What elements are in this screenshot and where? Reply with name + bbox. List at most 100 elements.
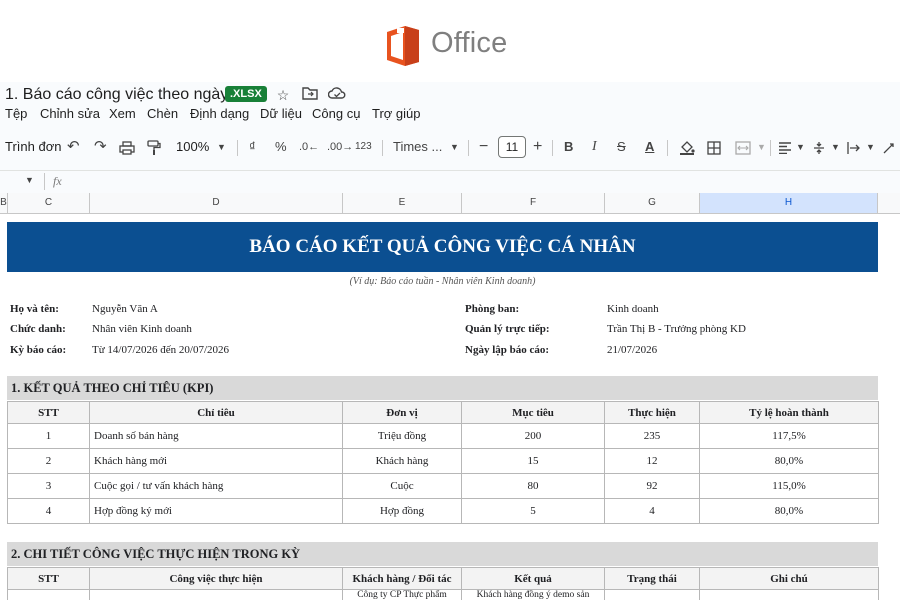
- table-cell[interactable]: 5: [461, 498, 605, 524]
- kpi-header-actual[interactable]: Thực hiện: [604, 401, 700, 424]
- zoom-select[interactable]: 100%: [176, 133, 209, 161]
- detail-header-task[interactable]: Công việc thực hiện: [89, 567, 343, 590]
- menu-insert[interactable]: Chèn: [147, 106, 178, 121]
- column-header-h[interactable]: H: [700, 193, 878, 213]
- column-header-c[interactable]: C: [8, 193, 90, 213]
- table-cell[interactable]: [89, 589, 343, 600]
- detail-section-title[interactable]: 2. CHI TIẾT CÔNG VIỆC THỰC HIỆN TRONG KỲ: [7, 542, 878, 566]
- period-value[interactable]: Từ 14/07/2026 đến 20/07/2026: [92, 344, 229, 356]
- table-cell[interactable]: 1: [7, 423, 90, 449]
- table-cell[interactable]: Khách hàng mới: [89, 448, 343, 474]
- table-cell[interactable]: 117,5%: [699, 423, 879, 449]
- table-cell[interactable]: 12: [604, 448, 700, 474]
- menu-file[interactable]: Tệp: [5, 106, 27, 121]
- table-cell[interactable]: 4: [604, 498, 700, 524]
- text-rotation-icon[interactable]: [882, 133, 896, 161]
- redo-icon[interactable]: ↷: [94, 133, 107, 161]
- table-cell[interactable]: Cuộc: [342, 473, 462, 499]
- table-cell[interactable]: Triệu đồng: [342, 423, 462, 449]
- kpi-header-stt[interactable]: STT: [7, 401, 90, 424]
- table-cell[interactable]: [7, 589, 90, 600]
- menu-tools[interactable]: Công cụ: [312, 106, 360, 121]
- menu-view[interactable]: Xem: [109, 106, 136, 121]
- menu-format[interactable]: Định dạng: [190, 106, 249, 121]
- borders-icon[interactable]: [707, 133, 721, 161]
- vertical-align-icon[interactable]: [813, 133, 825, 161]
- text-wrapping-icon[interactable]: [847, 133, 861, 161]
- undo-icon[interactable]: ↶: [67, 133, 80, 161]
- kpi-header-goal[interactable]: Mục tiêu: [461, 401, 605, 424]
- detail-header-result[interactable]: Kết quả: [461, 567, 605, 590]
- table-cell[interactable]: Cuộc gọi / tư vấn khách hàng: [89, 473, 343, 499]
- star-icon[interactable]: ☆: [274, 86, 292, 104]
- column-header-b[interactable]: B: [0, 193, 8, 213]
- table-cell[interactable]: [604, 589, 700, 600]
- table-cell[interactable]: 92: [604, 473, 700, 499]
- bold-icon[interactable]: B: [564, 133, 573, 161]
- column-header-f[interactable]: F: [462, 193, 605, 213]
- search-menus-input[interactable]: Trình đơn: [5, 133, 61, 161]
- font-dropdown-icon[interactable]: ▼: [450, 133, 459, 161]
- decrease-font-size-button[interactable]: −: [479, 133, 488, 161]
- table-cell[interactable]: Công ty CP Thực phẩm: [342, 589, 462, 600]
- font-size-input[interactable]: 11: [498, 136, 526, 158]
- menu-edit[interactable]: Chỉnh sửa: [40, 106, 100, 121]
- detail-header-client[interactable]: Khách hàng / Đối tác: [342, 567, 462, 590]
- table-cell[interactable]: Hợp đồng: [342, 498, 462, 524]
- text-color-icon[interactable]: A: [645, 133, 654, 161]
- detail-header-note[interactable]: Ghi chú: [699, 567, 879, 590]
- kpi-header-target-name[interactable]: Chỉ tiêu: [89, 401, 343, 424]
- increase-decimal-button[interactable]: .00→: [327, 133, 353, 161]
- table-cell[interactable]: 200: [461, 423, 605, 449]
- column-header-d[interactable]: D: [90, 193, 343, 213]
- table-cell[interactable]: 115,0%: [699, 473, 879, 499]
- position-value[interactable]: Nhân viên Kinh doanh: [92, 323, 192, 335]
- zoom-dropdown-icon[interactable]: ▼: [217, 133, 226, 161]
- cloud-status-icon[interactable]: [327, 86, 346, 104]
- document-title[interactable]: 1. Báo cáo công việc theo ngày: [5, 86, 228, 104]
- valign-dropdown-icon[interactable]: ▼: [831, 133, 840, 161]
- kpi-header-unit[interactable]: Đơn vị: [342, 401, 462, 424]
- sheet-grid[interactable]: BÁO CÁO KẾT QUẢ CÔNG VIỆC CÁ NHÂN (Ví dụ…: [0, 214, 900, 600]
- move-to-folder-icon[interactable]: [301, 86, 319, 104]
- paint-format-icon[interactable]: [147, 133, 161, 161]
- report-subtitle[interactable]: (Ví dụ: Báo cáo tuần - Nhân viên Kinh do…: [0, 276, 885, 287]
- menu-help[interactable]: Trợ giúp: [372, 106, 421, 121]
- table-cell[interactable]: Doanh số bán hàng: [89, 423, 343, 449]
- table-cell[interactable]: 80,0%: [699, 448, 879, 474]
- table-cell[interactable]: 15: [461, 448, 605, 474]
- italic-icon[interactable]: I: [592, 133, 597, 161]
- kpi-section-title[interactable]: 1. KẾT QUẢ THEO CHỈ TIÊU (KPI): [7, 376, 878, 400]
- column-header-e[interactable]: E: [343, 193, 462, 213]
- format-currency-button[interactable]: ₫: [249, 133, 256, 161]
- department-value[interactable]: Kinh doanh: [607, 303, 659, 315]
- align-dropdown-icon[interactable]: ▼: [796, 133, 805, 161]
- table-cell[interactable]: 3: [7, 473, 90, 499]
- increase-font-size-button[interactable]: +: [533, 133, 542, 161]
- font-select[interactable]: Times ...: [393, 133, 442, 161]
- table-cell[interactable]: Hợp đồng ký mới: [89, 498, 343, 524]
- strikethrough-icon[interactable]: S: [617, 133, 626, 161]
- formula-input[interactable]: [80, 173, 900, 190]
- more-formats-button[interactable]: 123: [355, 133, 372, 161]
- detail-header-stt[interactable]: STT: [7, 567, 90, 590]
- table-cell[interactable]: Khách hàng: [342, 448, 462, 474]
- table-cell[interactable]: 2: [7, 448, 90, 474]
- manager-value[interactable]: Trần Thị B - Trưởng phòng KD: [607, 323, 746, 335]
- format-percent-button[interactable]: %: [275, 133, 287, 161]
- column-header-g[interactable]: G: [605, 193, 700, 213]
- report-title[interactable]: BÁO CÁO KẾT QUẢ CÔNG VIỆC CÁ NHÂN: [7, 222, 878, 272]
- decrease-decimal-button[interactable]: .0←: [299, 133, 319, 161]
- table-cell[interactable]: [699, 589, 879, 600]
- merge-cells-icon[interactable]: [735, 133, 751, 161]
- table-cell[interactable]: 4: [7, 498, 90, 524]
- merge-dropdown-icon[interactable]: ▼: [757, 133, 766, 161]
- table-cell[interactable]: 80,0%: [699, 498, 879, 524]
- print-icon[interactable]: [119, 133, 135, 161]
- detail-header-status[interactable]: Trạng thái: [604, 567, 700, 590]
- table-cell[interactable]: 235: [604, 423, 700, 449]
- menu-data[interactable]: Dữ liệu: [260, 106, 302, 121]
- horizontal-align-icon[interactable]: [778, 133, 792, 161]
- table-cell[interactable]: Khách hàng đồng ý demo sản: [461, 589, 605, 600]
- name-box-dropdown-icon[interactable]: ▼: [25, 175, 34, 185]
